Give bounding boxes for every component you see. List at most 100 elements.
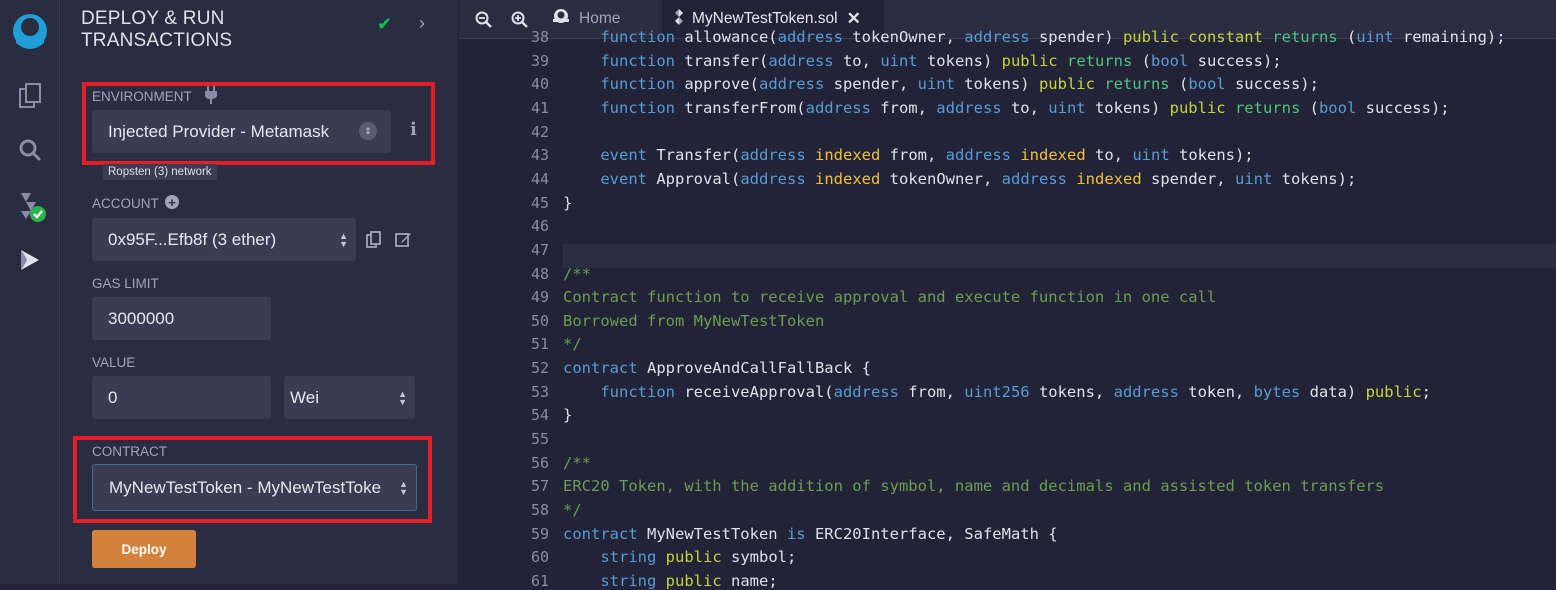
code-line: function approve(address spender, uint t… <box>563 75 1319 93</box>
line-number: 61 <box>530 571 549 590</box>
code-line: Contract function to receive approval an… <box>563 288 1216 306</box>
line-number: 43 <box>530 146 549 165</box>
code-token: ( <box>1337 28 1357 46</box>
code-token: indexed <box>1020 146 1086 165</box>
code-token: tokens) <box>954 75 1039 94</box>
line-number: 39 <box>530 51 549 70</box>
code-token: Contract function to receive approval an… <box>563 288 1217 307</box>
code-token: address <box>833 382 899 401</box>
code-token: MyNewTestToken <box>637 524 787 543</box>
line-number: 41 <box>530 98 549 117</box>
code-token: uint <box>1132 146 1170 165</box>
value-unit-select[interactable]: Wei ▲ ▼ <box>284 376 415 419</box>
deploy-run-icon[interactable] <box>0 240 60 280</box>
line-number: 55 <box>530 430 549 449</box>
code-line: ERC20 Token, with the addition of symbol… <box>563 477 1384 495</box>
code-line: function allowance(address tokenOwner, a… <box>563 28 1506 46</box>
code-token: bool <box>1318 98 1357 117</box>
chevron-right-icon[interactable]: › <box>419 13 425 34</box>
code-token: address <box>945 146 1011 165</box>
code-token: returns <box>1272 28 1338 46</box>
code-token: uint <box>1234 169 1273 188</box>
code-token: success); <box>1225 75 1319 94</box>
code-token: uint <box>1356 28 1394 46</box>
add-account-icon[interactable]: + <box>165 195 179 210</box>
line-number: 47 <box>530 240 549 259</box>
code-token: to, <box>1085 146 1133 165</box>
code-token: tokens); <box>1169 146 1254 165</box>
code-token: public <box>665 571 722 590</box>
code-line: */ <box>563 501 582 519</box>
solidity-compiler-icon[interactable] <box>0 186 60 226</box>
code-token: ERC20 Token, with the addition of symbol… <box>563 477 1385 496</box>
close-icon[interactable]: ✕ <box>847 9 861 29</box>
code-token: address <box>777 28 843 46</box>
code-token: to, <box>1001 98 1049 117</box>
code-token: is <box>786 524 806 543</box>
code-token: success); <box>1356 98 1450 117</box>
code-token: } <box>563 193 573 212</box>
line-number: 56 <box>530 453 549 472</box>
environment-select[interactable]: Injected Provider - Metamask ⇕ <box>92 110 391 153</box>
line-number: 40 <box>530 75 549 94</box>
select-arrows-icon: ▲ ▼ <box>399 478 408 497</box>
remix-logo-icon[interactable] <box>0 8 60 54</box>
code-token: public <box>665 548 722 567</box>
panel-title-line2: TRANSACTIONS <box>81 30 233 51</box>
value-unit: Wei <box>290 387 319 407</box>
code-token: returns <box>1234 98 1301 117</box>
line-number: 42 <box>530 122 549 141</box>
code-token: public constant <box>1122 28 1263 46</box>
code-line: string public name; <box>563 571 777 590</box>
code-token: address <box>758 75 825 94</box>
code-token: address <box>936 98 1002 117</box>
file-explorer-icon[interactable] <box>0 76 60 116</box>
code-token: string <box>600 548 657 567</box>
code-token: event <box>600 169 647 188</box>
code-line: Borrowed from MyNewTestToken <box>563 312 824 330</box>
account-label: ACCOUNT <box>92 196 159 211</box>
code-token: tokens) <box>1085 98 1170 117</box>
line-number: 46 <box>530 217 549 236</box>
search-icon[interactable] <box>0 130 60 170</box>
copy-icon[interactable] <box>366 231 381 253</box>
code-token: contract <box>563 524 638 543</box>
code-line: /** <box>563 265 591 283</box>
edit-icon[interactable] <box>395 231 412 253</box>
code-token: } <box>563 406 573 425</box>
contract-select[interactable]: MyNewTestToken - MyNewTestToke ▲ ▼ <box>92 464 417 511</box>
gas-limit-input[interactable]: 3000000 <box>92 297 271 340</box>
code-token: /** <box>563 264 591 283</box>
info-icon[interactable]: i <box>410 119 417 140</box>
tab-home-label: Home <box>579 10 621 27</box>
account-select[interactable]: 0x95F...Efb8f (3 ether) ▲ ▼ <box>92 218 356 261</box>
code-token: ( <box>1169 75 1189 94</box>
deploy-button[interactable]: Deploy <box>92 530 196 568</box>
code-token: Borrowed from MyNewTestToken <box>563 311 825 330</box>
code-token: tokens) <box>917 51 1002 70</box>
code-token: approve( <box>674 75 759 94</box>
line-number: 52 <box>530 359 549 378</box>
code-token: function <box>600 98 675 117</box>
code-token: uint <box>880 51 918 70</box>
code-token: transferFrom( <box>674 98 806 117</box>
code-token: token, <box>1178 382 1254 401</box>
code-token: address <box>805 98 871 117</box>
value-input[interactable]: 0 <box>92 376 271 419</box>
code-token: remaining); <box>1393 28 1506 46</box>
code-token: symbol; <box>721 548 797 567</box>
code-token: function <box>600 51 675 70</box>
code-token: from, <box>870 98 937 117</box>
line-number: 45 <box>530 193 549 212</box>
code-token: ( <box>1300 98 1319 117</box>
select-arrows-icon: ▲ ▼ <box>339 230 348 249</box>
code-token: spender, <box>824 75 918 94</box>
code-token: bytes <box>1253 382 1301 401</box>
